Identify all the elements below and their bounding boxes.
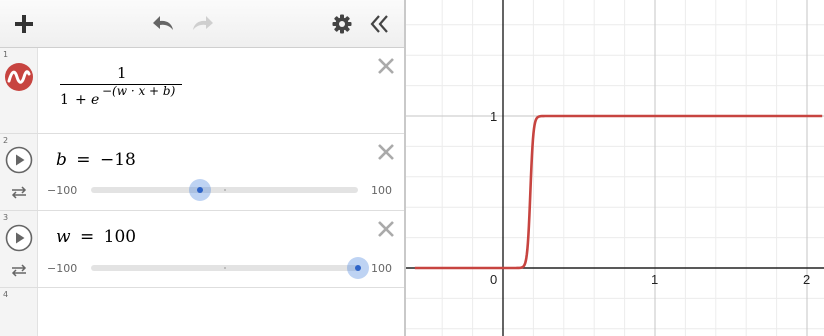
undo-button[interactable] <box>144 0 184 48</box>
row-number: 3 <box>3 213 9 222</box>
delete-expression-button[interactable] <box>376 142 396 162</box>
exponent: −(w · x + b) <box>102 84 176 98</box>
expression-row-1[interactable]: 1 1 1 + e −(w · x + b) <box>0 48 404 134</box>
euler-e: e <box>91 92 100 108</box>
equals-sign: = <box>76 150 91 170</box>
collapse-panel-button[interactable] <box>360 0 400 48</box>
slider-zero-tick <box>224 189 226 191</box>
denominator-one: 1 <box>60 92 69 108</box>
slider-max-label[interactable]: 100 <box>371 262 392 275</box>
slider-equation[interactable]: w = 100 <box>56 227 136 247</box>
sigmoid-curve-icon[interactable] <box>4 62 34 96</box>
plus-icon <box>13 13 35 35</box>
play-button[interactable] <box>5 146 33 178</box>
add-item-button[interactable] <box>4 0 44 48</box>
x-tick-label-2: 2 <box>803 272 810 287</box>
row-number: 1 <box>3 50 9 59</box>
slider-track[interactable] <box>91 179 358 201</box>
expression-toolbar <box>0 0 404 48</box>
slider-thumb-dot <box>197 187 204 193</box>
expression-row-3[interactable]: 3 w = 100 −100 100 <box>0 211 404 288</box>
slider-equation[interactable]: b = −18 <box>56 150 136 170</box>
loop-icon[interactable] <box>10 262 28 281</box>
major-gridlines <box>406 0 824 336</box>
slider-min-label[interactable]: −100 <box>47 262 77 275</box>
delete-expression-button[interactable] <box>376 56 396 76</box>
x-tick-label-0: 0 <box>490 272 497 287</box>
graph-paper[interactable]: 0 1 2 1 <box>406 0 824 336</box>
loop-icon[interactable] <box>10 184 28 203</box>
slider-thumb-dot <box>355 265 361 271</box>
double-chevron-left-icon <box>369 13 391 35</box>
variable-value: 100 <box>103 227 137 247</box>
x-tick-label-1: 1 <box>651 272 658 287</box>
row-number: 2 <box>3 136 9 145</box>
slider-max-label[interactable]: 100 <box>371 184 392 197</box>
axes <box>406 0 824 336</box>
equals-sign: = <box>79 227 95 247</box>
sigmoid-expression[interactable]: 1 1 + e −(w · x + b) <box>58 64 184 112</box>
gear-icon <box>331 13 353 35</box>
expression-gutter: 1 <box>0 48 38 133</box>
sigmoid-curve[interactable] <box>414 114 823 270</box>
expression-row-4[interactable]: 4 <box>0 288 404 336</box>
redo-icon <box>189 14 215 34</box>
expression-gutter: 2 <box>0 134 38 210</box>
delete-expression-button[interactable] <box>376 219 396 239</box>
expression-gutter: 3 <box>0 211 38 287</box>
expression-row-2[interactable]: 2 b = −18 −100 100 <box>0 134 404 211</box>
numerator: 1 <box>117 64 127 82</box>
settings-button[interactable] <box>322 0 362 48</box>
slider-zero-tick <box>224 267 226 269</box>
undo-icon <box>151 14 177 34</box>
variable-name: w <box>56 227 71 247</box>
y-tick-label-1: 1 <box>490 109 497 124</box>
minor-gridlines <box>406 0 824 336</box>
redo-button[interactable] <box>182 0 222 48</box>
slider-min-label[interactable]: −100 <box>47 184 77 197</box>
row-number: 4 <box>3 290 9 299</box>
denominator-plus: + <box>75 92 87 108</box>
variable-name: b <box>56 150 67 170</box>
play-button[interactable] <box>5 224 33 256</box>
expression-gutter: 4 <box>0 288 38 336</box>
slider-track[interactable] <box>91 257 369 279</box>
expression-panel: 1 1 1 + e −(w · x + b) 2 b = −18 −100 10… <box>0 0 404 336</box>
slider-thumb[interactable] <box>347 257 369 279</box>
graph-canvas[interactable]: 0 1 2 1 <box>406 0 824 336</box>
slider-thumb[interactable] <box>189 179 212 201</box>
variable-value: −18 <box>99 150 136 170</box>
